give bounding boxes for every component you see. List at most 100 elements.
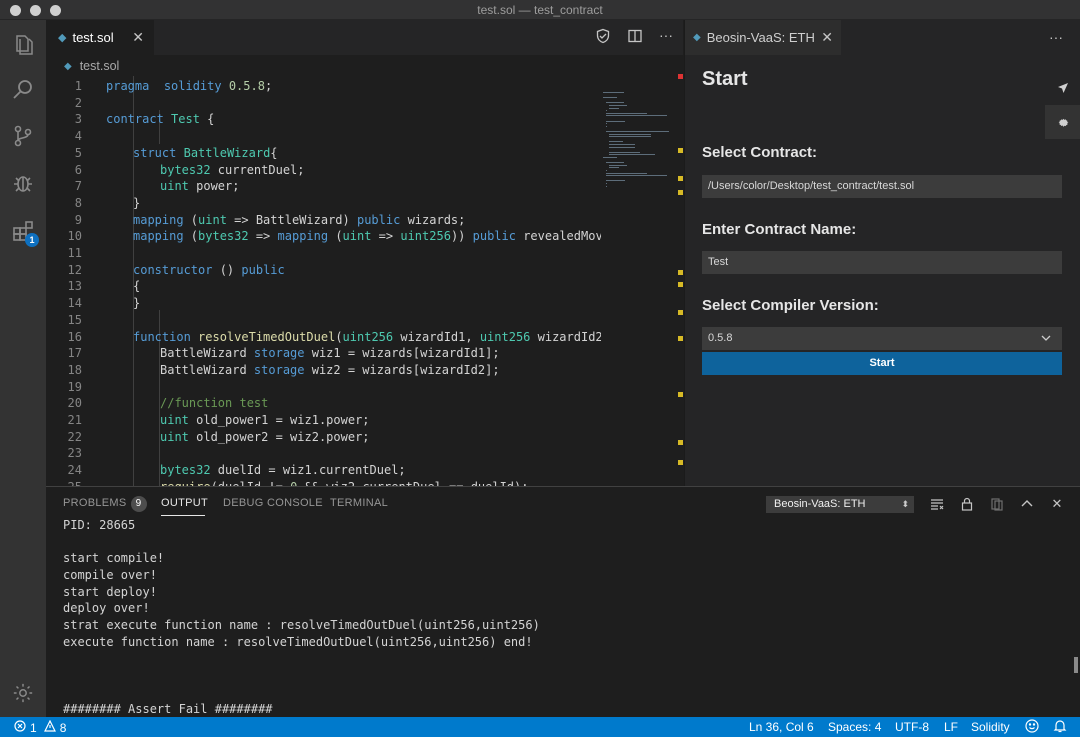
maximize-panel-icon[interactable] (1018, 495, 1036, 513)
search-icon[interactable] (8, 75, 38, 105)
code-line[interactable]: 3 contract Test { (46, 111, 601, 128)
code-line[interactable]: 12 constructor () public (46, 262, 601, 279)
settings-gear-icon[interactable] (1045, 105, 1080, 139)
notifications-bell-icon[interactable] (1053, 719, 1067, 736)
code-line[interactable]: 4 (46, 128, 601, 145)
code-line[interactable]: 21 uint old_power1 = wiz1.power; (46, 412, 601, 429)
output-channel-select[interactable]: Beosin-VaaS: ETH ⬍ (766, 496, 914, 513)
bottom-panel: PROBLEMS 9 OUTPUT DEBUG CONSOLE TERMINAL … (46, 486, 1080, 717)
code-line[interactable]: 19 (46, 379, 601, 396)
minimap-line (606, 120, 625, 122)
compiler-version-select[interactable]: 0.5.8 (702, 327, 1062, 350)
tab-debug-console[interactable]: DEBUG CONSOLE (223, 497, 323, 509)
panel-scrollbar[interactable] (1074, 657, 1078, 673)
minimap-line (606, 115, 668, 117)
output-line: strat execute function name : resolveTim… (63, 618, 540, 633)
minimap-line (609, 146, 636, 148)
warning-marker (678, 392, 683, 397)
more-actions-icon[interactable]: ··· (1049, 29, 1063, 45)
contract-path-input[interactable]: /Users/color/Desktop/test_contract/test.… (702, 175, 1062, 198)
code-line[interactable]: 8} (46, 195, 601, 212)
code-line[interactable]: 13 { (46, 278, 601, 295)
tab-problems[interactable]: PROBLEMS 9 (63, 496, 147, 512)
lock-icon[interactable] (958, 495, 976, 513)
eol-setting[interactable]: LF (944, 720, 958, 734)
line-number: 23 (67, 446, 82, 461)
code-line[interactable]: 5 struct BattleWizard{ (46, 145, 601, 162)
code-line[interactable]: 9 mapping (uint => BattleWizard) public w… (46, 212, 601, 229)
encoding-setting[interactable]: UTF-8 (895, 720, 929, 734)
output-line: deploy over! (63, 601, 150, 616)
code-line[interactable]: 2 (46, 95, 601, 112)
explorer-icon[interactable] (8, 30, 38, 60)
feedback-smiley-icon[interactable] (1025, 719, 1039, 736)
minimap[interactable] (601, 76, 683, 486)
breadcrumb[interactable]: ◆ test.sol (64, 55, 119, 77)
cursor-position[interactable]: Ln 36, Col 6 (749, 720, 814, 734)
code-line[interactable]: 15 (46, 312, 601, 329)
extensions-icon[interactable]: 1 (8, 216, 39, 247)
language-mode[interactable]: Solidity (971, 720, 1010, 734)
code-line[interactable]: 24 bytes32 duelId = wiz1.currentDuel; (46, 462, 601, 479)
tab-beosin-vaas[interactable]: ◆ Beosin-VaaS: ETH ✕ (685, 20, 841, 55)
warning-marker (678, 310, 683, 315)
line-number: 16 (67, 329, 82, 344)
debug-icon[interactable] (8, 168, 38, 198)
updown-arrow-icon: ⬍ (901, 499, 909, 509)
more-actions-icon[interactable]: ··· (659, 28, 673, 49)
shield-icon[interactable] (595, 28, 611, 49)
code-line[interactable]: 17 BattleWizard storage wiz1 = wizards[wi… (46, 345, 601, 362)
send-icon[interactable] (1045, 71, 1080, 105)
source-control-icon[interactable] (8, 121, 38, 151)
line-number: 20 (67, 396, 82, 411)
status-bar: 1 8 Ln 36, Col 6 Spaces: 4 UTF-8 LF Soli… (0, 717, 1080, 737)
output-log[interactable]: PID: 28665 start compile! compile over! st… (63, 517, 1063, 717)
code-line[interactable]: 23 (46, 445, 601, 462)
code-line[interactable]: 22 uint old_power2 = wiz2.power; (46, 429, 601, 446)
tab-output[interactable]: OUTPUT (161, 497, 208, 509)
code-line[interactable]: 18 BattleWizard storage wiz2 = wizards[wi… (46, 362, 601, 379)
code-text: constructor () public (133, 262, 285, 277)
line-number: 2 (74, 95, 82, 110)
tab-test-sol[interactable]: ◆ test.sol ✕ (46, 20, 154, 55)
warning-marker (678, 440, 683, 445)
output-line: compile over! (63, 568, 157, 583)
code-line[interactable]: 6 bytes32 currentDuel; (46, 162, 601, 179)
code-line[interactable]: 25 require(duelId != 0 && wiz2.currentDue… (46, 479, 601, 486)
code-line[interactable]: 11 (46, 245, 601, 262)
tab-terminal[interactable]: TERMINAL (330, 497, 388, 509)
close-panel-icon[interactable]: ✕ (1048, 495, 1066, 513)
webview-body: Start Select Contract: /Users/color/Desk… (685, 55, 1080, 486)
line-number: 11 (67, 246, 82, 260)
code-line[interactable]: 14} (46, 295, 601, 312)
split-editor-icon[interactable] (627, 28, 643, 49)
line-number: 4 (74, 129, 82, 144)
clear-output-icon[interactable] (928, 495, 946, 513)
line-number: 7 (74, 179, 82, 194)
close-tab-icon[interactable]: ✕ (821, 29, 833, 46)
manage-gear-icon[interactable] (8, 678, 38, 708)
contract-name-input[interactable]: Test (702, 251, 1062, 274)
code-line[interactable]: 16 function resolveTimedOutDuel(uint256 w… (46, 329, 601, 346)
warning-marker (678, 282, 683, 287)
minimap-line (606, 110, 607, 112)
code-line[interactable]: 10 mapping (bytes32 => mapping (uint => u… (46, 228, 601, 245)
minimap-line (609, 141, 623, 143)
warning-marker (678, 176, 683, 181)
close-tab-icon[interactable]: ✕ (132, 29, 144, 46)
line-number: 25 (46, 479, 82, 486)
minimap-line (606, 131, 669, 132)
problems-status[interactable]: 1 8 (14, 719, 66, 735)
code-line[interactable]: 20 //function test (46, 395, 601, 412)
line-number: 19 (67, 379, 82, 394)
indentation-setting[interactable]: Spaces: 4 (828, 720, 881, 734)
start-button[interactable]: Start (702, 352, 1062, 375)
minimap-line (606, 123, 607, 125)
code-line[interactable]: 1 pragma solidity 0.5.8; (46, 78, 601, 95)
code-line[interactable]: 7 uint power; (46, 178, 601, 195)
code-editor[interactable]: 1 pragma solidity 0.5.8; 2 3 contract Test {… (46, 76, 601, 486)
minimap-line (603, 157, 617, 158)
minimap-line (609, 136, 652, 138)
open-log-icon[interactable] (988, 495, 1006, 513)
